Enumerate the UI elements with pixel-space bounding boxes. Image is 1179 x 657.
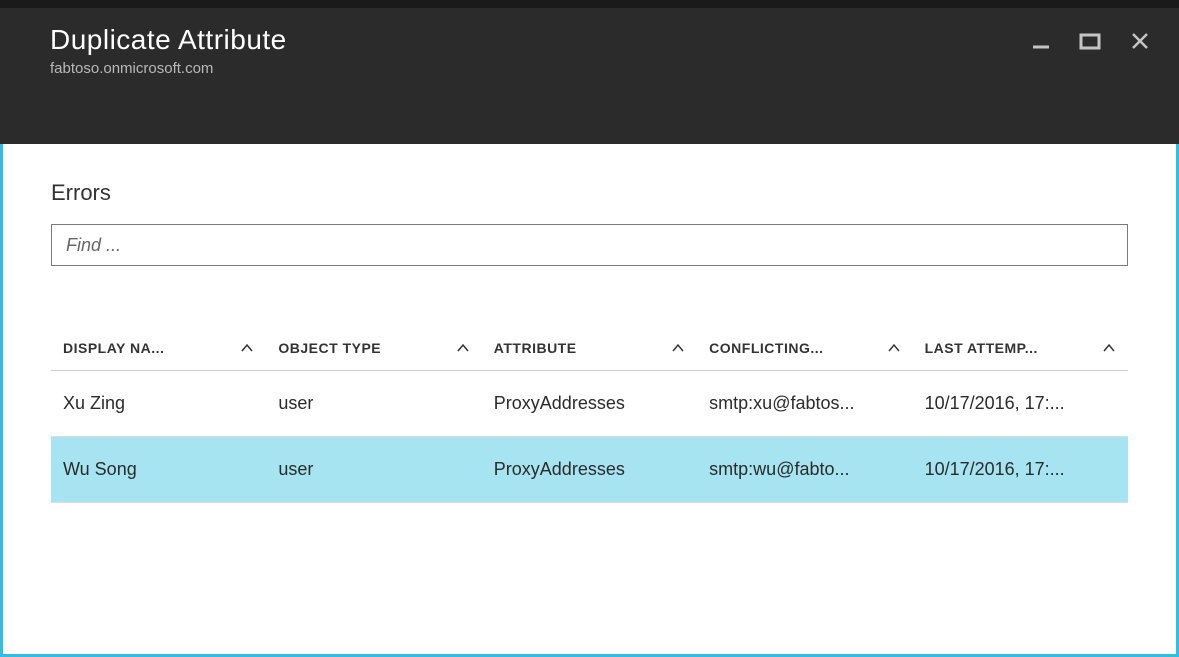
cell-last-attempt: 10/17/2016, 17:... [913,437,1128,503]
cell-object-type: user [266,371,481,437]
window-header: Duplicate Attribute fabtoso.onmicrosoft.… [0,8,1179,144]
column-header-conflicting[interactable]: CONFLICTING... [697,326,912,371]
cell-display-name: Xu Zing [51,371,266,437]
minimize-icon [1031,31,1051,51]
content-area: Errors DISPLAY NA... OB [0,144,1179,657]
column-label: OBJECT TYPE [278,340,381,356]
window-subtitle: fabtoso.onmicrosoft.com [50,60,1129,77]
chevron-up-icon [671,343,685,353]
column-header-attribute[interactable]: ATTRIBUTE [482,326,697,371]
cell-display-name: Wu Song [51,437,266,503]
column-header-object-type[interactable]: OBJECT TYPE [266,326,481,371]
chevron-up-icon [1102,343,1116,353]
chevron-up-icon [887,343,901,353]
table-row[interactable]: Xu ZinguserProxyAddressessmtp:xu@fabtos.… [51,371,1128,437]
window-title: Duplicate Attribute [50,24,1129,56]
maximize-icon [1079,31,1101,51]
cell-conflicting: smtp:wu@fabto... [697,437,912,503]
table-header-row: DISPLAY NA... OBJECT TYPE [51,326,1128,371]
cell-object-type: user [266,437,481,503]
minimize-button[interactable] [1031,31,1051,51]
table-container: DISPLAY NA... OBJECT TYPE [51,326,1128,503]
section-title: Errors [51,180,1128,206]
window-controls [1031,30,1151,52]
column-label: ATTRIBUTE [494,340,577,356]
cell-last-attempt: 10/17/2016, 17:... [913,371,1128,437]
column-header-last-attempt[interactable]: LAST ATTEMP... [913,326,1128,371]
top-bar [0,0,1179,8]
cell-attribute: ProxyAddresses [482,371,697,437]
maximize-button[interactable] [1079,31,1101,51]
chevron-up-icon [240,343,254,353]
search-input[interactable] [51,224,1128,266]
close-button[interactable] [1129,30,1151,52]
cell-attribute: ProxyAddresses [482,437,697,503]
column-label: CONFLICTING... [709,340,823,356]
chevron-up-icon [456,343,470,353]
close-icon [1129,30,1151,52]
column-label: DISPLAY NA... [63,340,164,356]
column-label: LAST ATTEMP... [925,340,1038,356]
errors-table: DISPLAY NA... OBJECT TYPE [51,326,1128,503]
table-row[interactable]: Wu SonguserProxyAddressessmtp:wu@fabto..… [51,437,1128,503]
column-header-display-name[interactable]: DISPLAY NA... [51,326,266,371]
cell-conflicting: smtp:xu@fabtos... [697,371,912,437]
